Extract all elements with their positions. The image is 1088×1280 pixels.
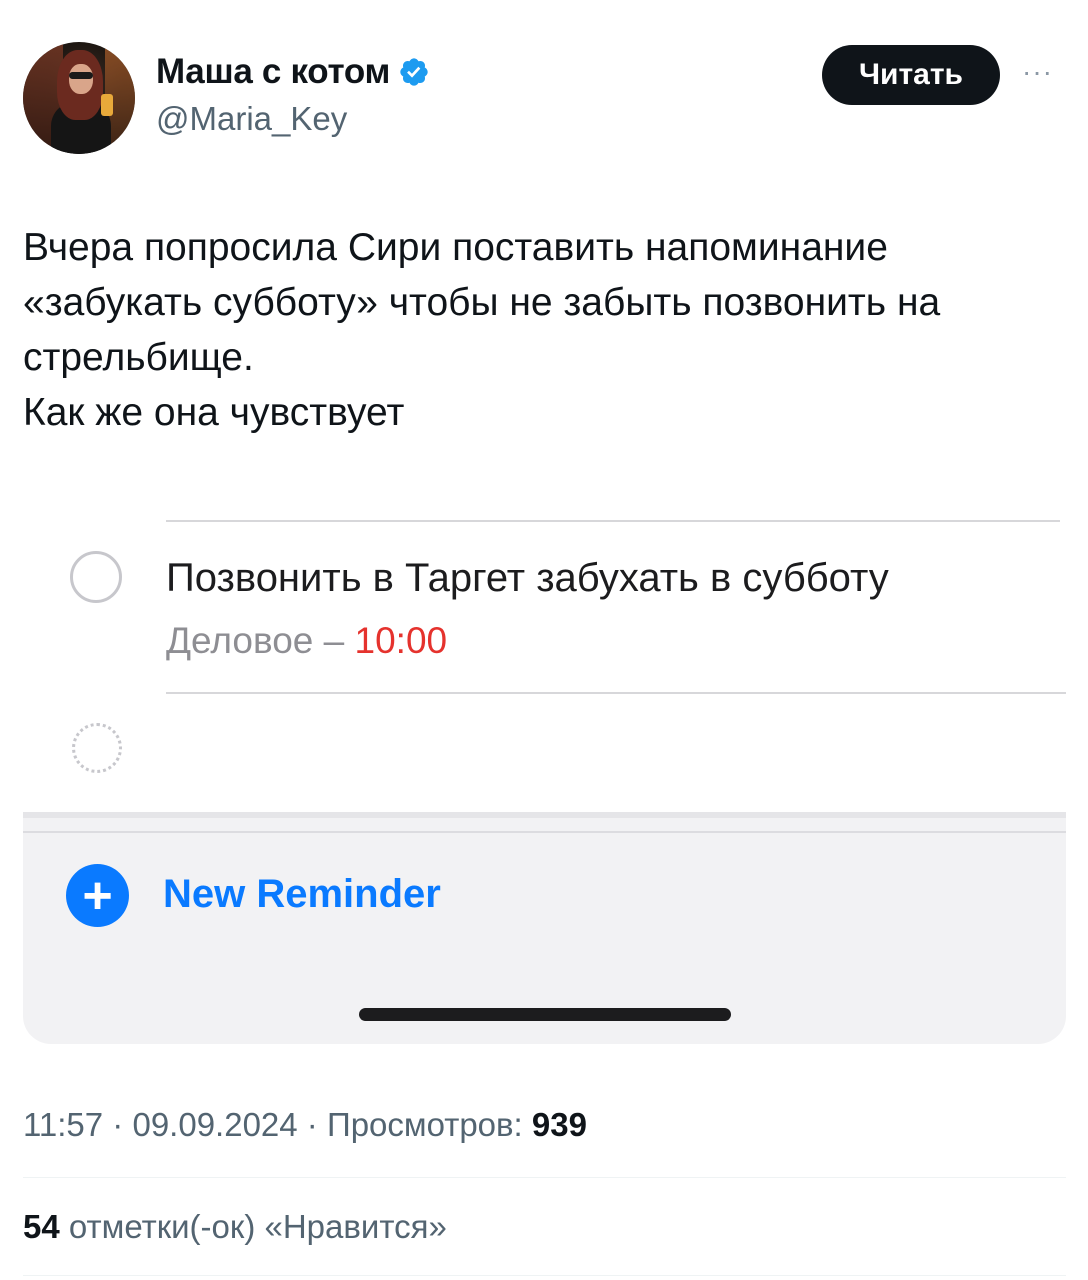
tweet-text: Вчера попросила Сири поставить напоминан…: [23, 220, 1068, 440]
reminder-time: 10:00: [354, 620, 448, 661]
tweet-media-screenshot[interactable]: Позвонить в Таргет забухать в субботу Де…: [23, 500, 1066, 1045]
reminder-separator: –: [313, 620, 355, 661]
author-name-row: Маша с котом: [156, 52, 430, 92]
divider: [23, 1177, 1066, 1178]
follow-button[interactable]: Читать: [822, 45, 1000, 105]
footer-divider: [23, 812, 1066, 818]
tweet-line: Вчера попросила Сири поставить напоминан…: [23, 226, 888, 269]
reminder-divider-top: [166, 520, 1060, 522]
avatar[interactable]: [23, 42, 135, 154]
author-display-name[interactable]: Маша с котом: [156, 52, 390, 92]
reminder-checkbox-icon: [70, 551, 122, 603]
reminder-list-name: Деловое: [166, 620, 314, 661]
tweet-meta: 11:57 · 09.09.2024 · Просмотров: 939: [23, 1106, 587, 1144]
avatar-glasses: [69, 72, 93, 79]
divider: [23, 1275, 1066, 1276]
empty-reminder-checkbox-icon: [72, 723, 122, 773]
new-reminder-label: New Reminder: [163, 872, 441, 916]
tweet-line: стрельбище.: [23, 336, 254, 379]
reminder-divider-mid: [166, 692, 1066, 694]
likes-label: отметки(-ок) «Нравится»: [59, 1208, 447, 1245]
avatar-drink: [101, 94, 113, 116]
avatar-face: [69, 64, 93, 94]
views-count: 939: [531, 1106, 587, 1143]
reminder-subtitle: Деловое – 10:00: [166, 620, 447, 662]
tweet-time[interactable]: 11:57: [23, 1106, 103, 1143]
likes-count: 54: [23, 1208, 60, 1245]
tweet-date[interactable]: 09.09.2024: [132, 1106, 297, 1143]
home-indicator: [359, 1008, 731, 1021]
reminder-title: Позвонить в Таргет забухать в субботу: [166, 556, 889, 600]
meta-dot: ·: [103, 1106, 133, 1143]
tweet-line: «забукать субботу» чтобы не забыть позво…: [23, 281, 941, 324]
meta-dot: ·: [297, 1106, 327, 1143]
verified-badge-icon: [400, 58, 428, 86]
author-handle[interactable]: @Maria_Key: [156, 100, 347, 138]
tweet-line: Как же она чувствует: [23, 391, 405, 434]
likes-stat[interactable]: 54 отметки(-ок) «Нравится»: [23, 1208, 447, 1246]
more-options-icon[interactable]: ···: [1022, 56, 1053, 88]
views-label: Просмотров:: [326, 1106, 532, 1143]
plus-circle-icon: +: [66, 864, 129, 927]
footer-divider-inner: [23, 831, 1066, 833]
